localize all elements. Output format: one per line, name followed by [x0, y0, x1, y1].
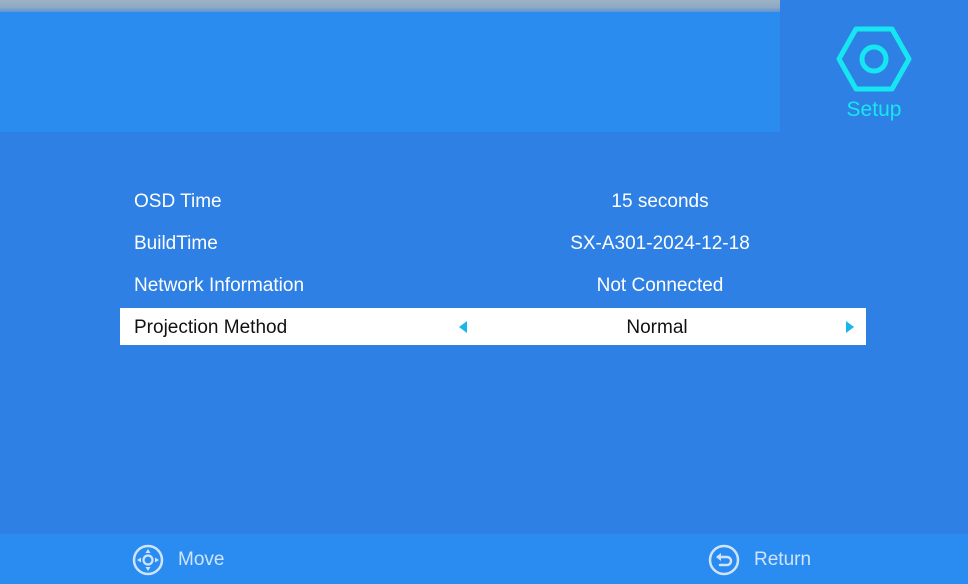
- menu-row-label: Projection Method: [134, 317, 288, 338]
- menu-row-value: SX-A301-2024-12-18: [570, 233, 750, 254]
- header-panel: [0, 12, 780, 132]
- move-label: Move: [178, 549, 225, 570]
- menu-row-label: OSD Time: [134, 191, 222, 212]
- tab-setup-label: Setup: [846, 98, 902, 121]
- menu-row-projection-method[interactable]: Projection Method Normal: [120, 308, 866, 345]
- hexagon-settings-icon: [836, 26, 912, 92]
- footer-bar: Move Return: [0, 534, 968, 584]
- menu-row-value: Not Connected: [596, 275, 724, 296]
- arrow-right-icon[interactable]: [846, 321, 854, 333]
- menu-row-build-time[interactable]: BuildTime SX-A301-2024-12-18: [120, 222, 866, 264]
- menu-row-osd-time[interactable]: OSD Time 15 seconds: [120, 180, 866, 222]
- menu-row-value: Normal: [626, 317, 688, 338]
- dpad-icon: [132, 544, 164, 576]
- return-label: Return: [754, 549, 812, 570]
- menu-row-network-information[interactable]: Network Information Not Connected: [120, 264, 866, 306]
- top-strip: [0, 0, 780, 12]
- settings-menu: OSD Time 15 seconds BuildTime SX-A301-20…: [120, 180, 866, 345]
- tab-setup[interactable]: Setup: [816, 26, 932, 136]
- arrow-left-icon[interactable]: [459, 321, 467, 333]
- move-hint: Move: [132, 544, 224, 576]
- return-icon: [708, 544, 740, 576]
- menu-row-value: 15 seconds: [611, 191, 709, 212]
- menu-row-label: Network Information: [134, 275, 305, 296]
- return-hint[interactable]: Return: [708, 544, 811, 576]
- menu-row-label: BuildTime: [134, 233, 218, 254]
